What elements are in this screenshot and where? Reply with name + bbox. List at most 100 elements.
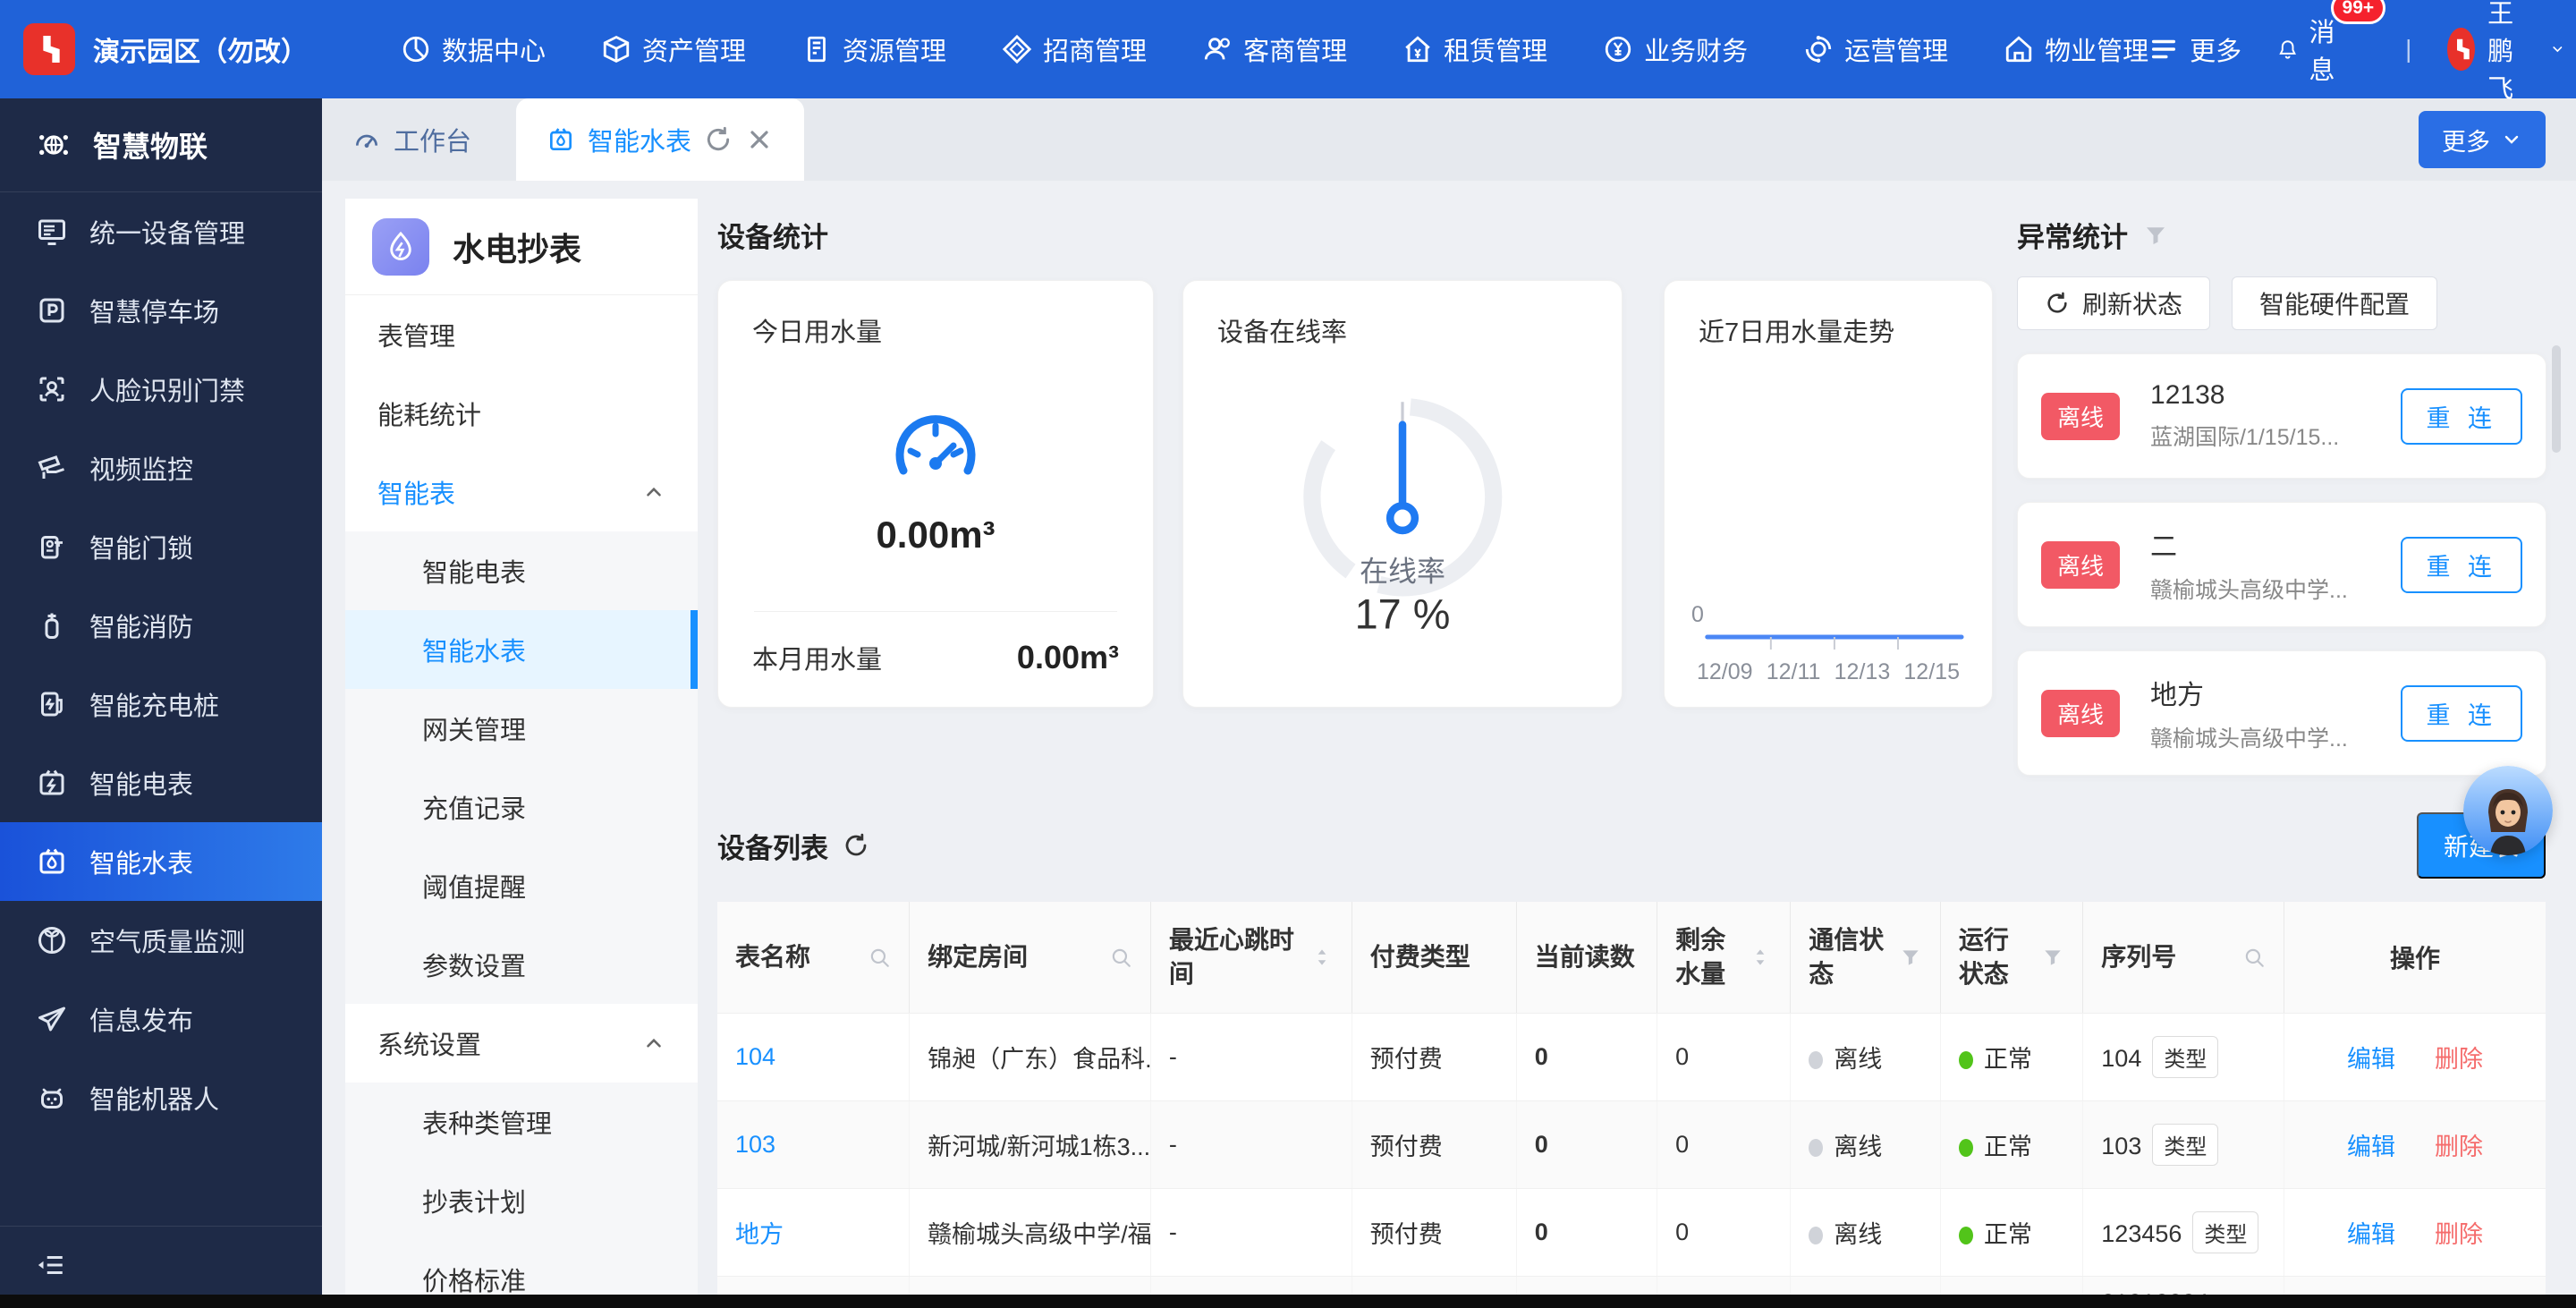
nav-item-merchant-management[interactable]: 客商管理 [1202, 30, 1347, 68]
submenu-item-parameter-settings[interactable]: 参数设置 [345, 925, 698, 1004]
paper-plane-icon [36, 1003, 68, 1035]
cube-icon [601, 34, 631, 64]
reconnect-button[interactable]: 重 连 [2401, 388, 2522, 445]
submenu-group-system-settings[interactable]: 系统设置 [345, 1004, 698, 1083]
sidebar-item-face-access[interactable]: 人脸识别门禁 [0, 350, 322, 429]
month-water-value: 0.00m³ [1017, 639, 1119, 676]
submenu-item-recharge-records[interactable]: 充值记录 [345, 768, 698, 846]
type-tag[interactable]: 类型 [2152, 1124, 2218, 1166]
pay-type-cell: 预付费 [1352, 1100, 1516, 1188]
app-header: 水电抄表 [345, 199, 698, 295]
submenu-item-reading-plan[interactable]: 抄表计划 [345, 1161, 698, 1240]
submenu-item-energy-stats[interactable]: 能耗统计 [345, 374, 698, 453]
sidebar-item-smart-lock[interactable]: 智能门锁 [0, 507, 322, 586]
col-meter-name[interactable]: 表名称 [717, 902, 910, 1013]
person-icon [1202, 34, 1233, 64]
building-doc-icon [801, 34, 832, 64]
device-table: 表名称 绑定房间 最近心跳时间 付费类型 当前读数 剩余水量 通信状态 运行状态… [717, 902, 2546, 1295]
remaining-cell: 0 [1657, 1188, 1791, 1276]
device-stats-section: 设备统计 今日用水量 0.00m³ 本月用水量 0.00m³ [717, 215, 2014, 708]
submenu-group-smart-meter[interactable]: 智能表 [345, 453, 698, 531]
col-pay-type[interactable]: 付费类型 [1352, 902, 1516, 1013]
nav-item-property-management[interactable]: 物业管理 [2004, 30, 2148, 68]
tab-workbench[interactable]: 工作台 [322, 98, 502, 181]
nav-divider: | [2405, 35, 2411, 64]
nav-more-button[interactable]: 更多 [2148, 30, 2241, 68]
user-menu[interactable]: 王鹏飞 [2447, 0, 2564, 106]
online-rate-label: 在线率 [1360, 555, 1445, 587]
nav-item-operation-management[interactable]: 运营管理 [1803, 30, 1948, 68]
nav-item-asset-management[interactable]: 资产管理 [601, 30, 746, 68]
park-name[interactable]: 演示园区（勿改） [93, 30, 308, 69]
col-comm-status[interactable]: 通信状态 [1791, 902, 1941, 1013]
fire-extinguisher-icon [36, 609, 68, 641]
submenu-item-smart-electric-meter[interactable]: 智能电表 [345, 531, 698, 610]
water-electric-app-icon [372, 218, 429, 276]
water-meter-icon [36, 845, 68, 878]
meter-name-link[interactable]: 103 [735, 1131, 775, 1158]
submenu-item-smart-water-meter[interactable]: 智能水表 [345, 610, 698, 689]
edit-link[interactable]: 编辑 [2347, 1134, 2395, 1160]
door-lock-icon [36, 531, 68, 563]
house-yen-icon [1402, 34, 1433, 64]
tabs-more-button[interactable]: 更多 [2419, 111, 2546, 168]
collapse-icon [36, 1250, 66, 1280]
sidebar-collapse-button[interactable] [0, 1226, 322, 1294]
tab-smart-water-meter[interactable]: 智能水表 [516, 98, 804, 181]
hardware-config-button[interactable]: 智能硬件配置 [2232, 276, 2437, 330]
col-bound-room[interactable]: 绑定房间 [910, 902, 1151, 1013]
col-run-status[interactable]: 运行状态 [1940, 902, 2082, 1013]
messages-button[interactable]: 消息 99+ [2277, 12, 2344, 87]
meter-name-link[interactable]: 104 [735, 1043, 775, 1070]
today-water-card: 今日用水量 0.00m³ 本月用水量 0.00m³ [717, 280, 1154, 708]
sidebar-item-unified-device-management[interactable]: 统一设备管理 [0, 192, 322, 271]
col-remaining-water[interactable]: 剩余水量 [1657, 902, 1791, 1013]
nav-right: 更多 消息 99+ | 王鹏飞 [2148, 0, 2564, 106]
nav-item-finance[interactable]: 业务财务 [1603, 30, 1748, 68]
trend-line-plot [1691, 630, 1965, 653]
submenu-item-meter-management[interactable]: 表管理 [345, 295, 698, 374]
nav-item-lease-management[interactable]: 租赁管理 [1402, 30, 1547, 68]
type-tag[interactable]: 类型 [2152, 1036, 2218, 1078]
sidebar-item-smart-electric-meter[interactable]: 智能电表 [0, 743, 322, 822]
water-meter-icon [547, 125, 575, 154]
submenu-item-meter-type-management[interactable]: 表种类管理 [345, 1083, 698, 1161]
nav-item-data-center[interactable]: 数据中心 [401, 30, 546, 68]
table-row: 104 锦昶（广东）食品科... - 预付费 0 0 离线 正常 104类型 编… [717, 1013, 2546, 1100]
ev-charger-icon [36, 688, 68, 720]
sidebar-item-smart-fire[interactable]: 智能消防 [0, 586, 322, 665]
sidebar-item-smart-water-meter[interactable]: 智能水表 [0, 822, 322, 901]
type-tag[interactable]: 类型 [2192, 1211, 2258, 1253]
edit-link[interactable]: 编辑 [2347, 1221, 2395, 1248]
submenu-item-threshold-alerts[interactable]: 阈值提醒 [345, 846, 698, 925]
exceptions-scrollbar[interactable] [2552, 345, 2561, 453]
sidebar-item-video-monitoring[interactable]: 视频监控 [0, 429, 322, 507]
tab-close-icon[interactable] [745, 125, 774, 154]
assistant-avatar[interactable] [2463, 766, 2553, 855]
delete-link[interactable]: 删除 [2435, 1221, 2483, 1248]
refresh-status-button[interactable]: 刷新状态 [2017, 276, 2210, 330]
sidebar-item-smart-robot[interactable]: 智能机器人 [0, 1058, 322, 1137]
reconnect-button[interactable]: 重 连 [2401, 537, 2522, 593]
col-current-reading[interactable]: 当前读数 [1516, 902, 1657, 1013]
sidebar-item-smart-charging[interactable]: 智能充电桩 [0, 665, 322, 743]
tab-refresh-icon[interactable] [704, 125, 733, 154]
sidebar-item-smart-parking[interactable]: 智慧停车场 [0, 271, 322, 350]
nav-item-resource-management[interactable]: 资源管理 [801, 30, 946, 68]
col-last-heartbeat[interactable]: 最近心跳时间 [1150, 902, 1352, 1013]
filter-icon[interactable] [2142, 222, 2169, 249]
meter-name-link[interactable]: 地方 [735, 1221, 784, 1248]
delete-link[interactable]: 删除 [2435, 1046, 2483, 1073]
col-serial[interactable]: 序列号 [2083, 902, 2284, 1013]
app-logo[interactable] [23, 23, 75, 75]
refresh-icon[interactable] [843, 832, 869, 859]
device-list-title: 设备列表 [717, 826, 869, 866]
edit-link[interactable]: 编辑 [2347, 1046, 2395, 1073]
delete-link[interactable]: 删除 [2435, 1134, 2483, 1160]
reconnect-button[interactable]: 重 连 [2401, 685, 2522, 742]
sidebar-item-air-quality[interactable]: 空气质量监测 [0, 901, 322, 980]
submenu-item-gateway-management[interactable]: 网关管理 [345, 689, 698, 768]
nav-item-investment-management[interactable]: 招商管理 [1002, 30, 1147, 68]
reading-cell: 0 [1516, 1013, 1657, 1100]
sidebar-item-info-publish[interactable]: 信息发布 [0, 980, 322, 1058]
